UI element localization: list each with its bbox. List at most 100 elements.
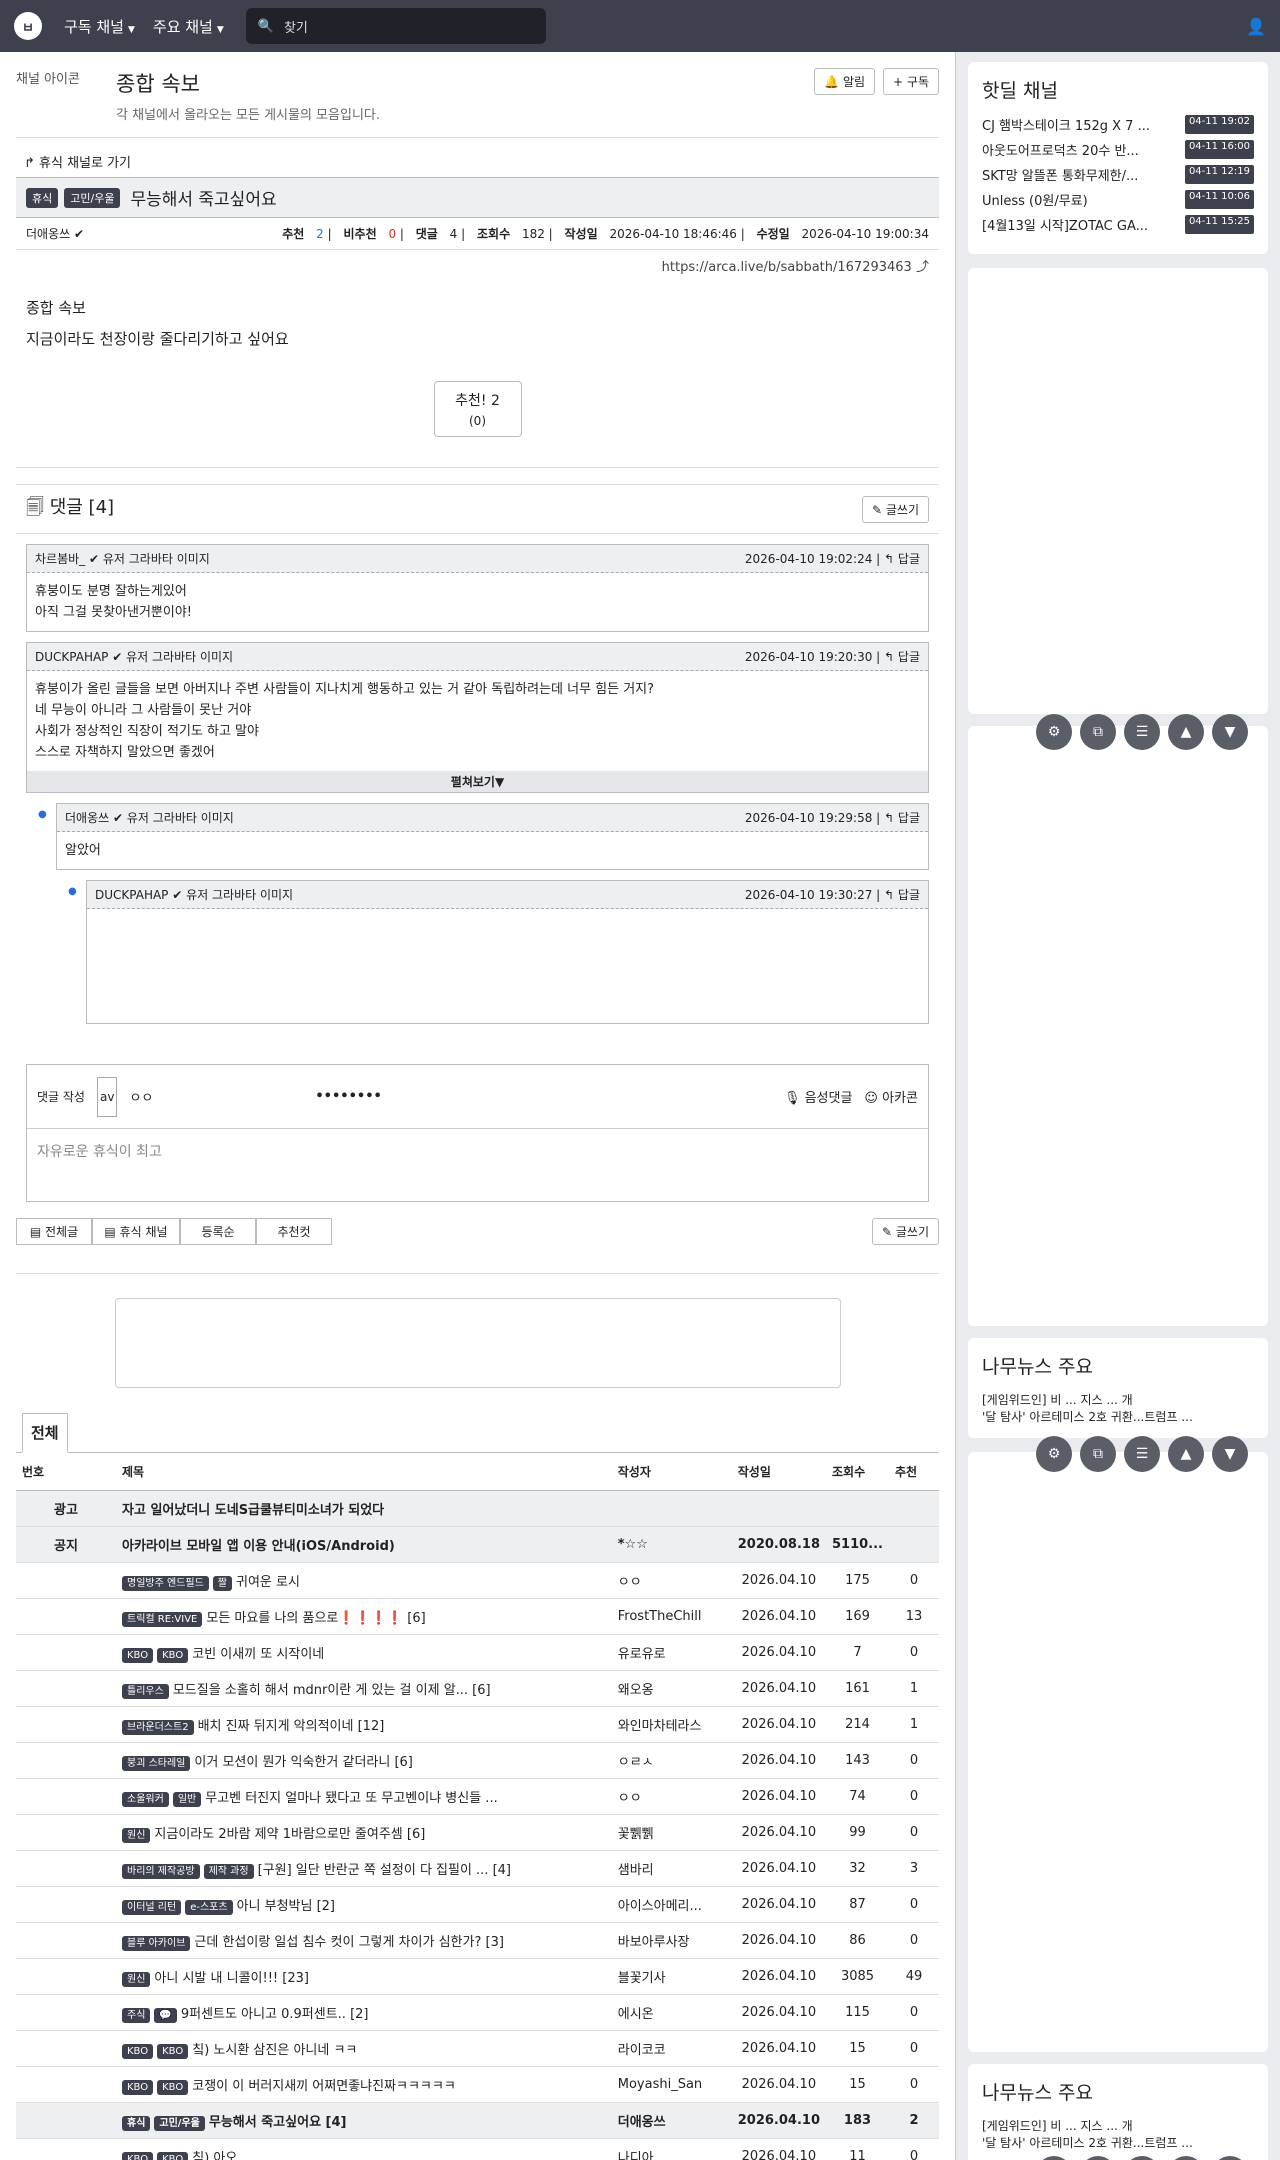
settings-icon[interactable]: ⚙	[1036, 1436, 1072, 1472]
scroll-up-icon[interactable]: ▲	[1168, 2156, 1204, 2160]
user-icon[interactable]: 👤	[1246, 17, 1266, 36]
reply-button[interactable]: ↰ 답글	[884, 650, 920, 664]
copy-icon[interactable]: ⧉	[1080, 2156, 1116, 2160]
hotdeal-item[interactable]: CJ 햄박스테이크 152g X 7 ... 04-11 19:02	[982, 115, 1254, 134]
row-title[interactable]: 붕괴 스타레일 이거 모션이 뭔가 익숙한거 같더라니 [6]	[116, 1742, 612, 1779]
row-title[interactable]: 원신 지금이라도 2바람 제약 1바람으로만 줄여주셈 [6]	[116, 1814, 612, 1851]
table-row[interactable]: 블루 아카이브 근데 한섭이랑 일섭 침수 컷이 그렇게 차이가 심한가? [3]…	[16, 1922, 939, 1959]
subscribed-channels-menu[interactable]: 구독 채널 ▼	[64, 16, 135, 37]
row-title[interactable]: 브라운더스트2 배치 진짜 뒤지게 악의적이네 [12]	[116, 1706, 612, 1743]
row-title[interactable]: 블루 아카이브 근데 한섭이랑 일섭 침수 컷이 그렇게 차이가 심한가? [3]	[116, 1922, 612, 1959]
row-title[interactable]: KBO KBO 칰) 아오	[116, 2138, 612, 2160]
table-row[interactable]: KBO KBO 코빈 이새끼 또 시작이네 유로유로 2026.04.10 7 0	[16, 1634, 939, 1671]
reply-button[interactable]: ↰ 답글	[884, 888, 920, 902]
news-item[interactable]: '달 탐사' 아르테미스 2호 귀환...트럼프 ...	[982, 2134, 1254, 2151]
table-row[interactable]: 브라운더스트2 배치 진짜 뒤지게 악의적이네 [12] 와인마차테라스 2026.0…	[16, 1706, 939, 1743]
post-url[interactable]: https://arca.live/b/sabbath/167293463 ⤴	[16, 250, 939, 281]
scroll-up-icon[interactable]: ▲	[1168, 1436, 1204, 1472]
post-author[interactable]: 더애옹쓰 ✔	[26, 225, 84, 242]
all-posts-button[interactable]: ▤ 전체글	[16, 1218, 92, 1245]
comment-author[interactable]: DUCKPAHAP	[95, 888, 168, 902]
voice-comment-button[interactable]: 🎙 음성댓글	[784, 1087, 852, 1106]
news-item[interactable]: [게임위드인] 비 ... 지스 ... 개	[982, 2117, 1254, 2134]
post-tag[interactable]: 휴식	[26, 187, 59, 208]
row-title[interactable]: 틀리우스 모드질을 소홀히 해서 mdnr이란 게 있는 걸 이제 알... [6…	[116, 1670, 612, 1707]
write-post-button[interactable]: ✎ 글쓰기	[872, 1218, 939, 1245]
hotdeal-item[interactable]: Unless (0원/무료) 04-11 10:06	[982, 190, 1254, 209]
sidebar-ad[interactable]	[968, 1452, 1268, 2052]
row-title[interactable]: 바리의 제작공방 제작 과정 [구원] 일단 반란군 쪽 설정이 다 집필이 ...…	[116, 1850, 612, 1887]
row-title[interactable]: 자고 일어났더니 도네S급쿨뷰티미소녀가 되었다	[116, 1490, 612, 1527]
row-title[interactable]: 원신 아니 시발 내 니콜이!!! [23]	[116, 1958, 612, 1995]
table-row[interactable]: 붕괴 스타레일 이거 모션이 뭔가 익숙한거 같더라니 [6] ㅇㄹㅅ 2026.04…	[16, 1742, 939, 1779]
table-row[interactable]: 바리의 제작공방 제작 과정 [구원] 일단 반란군 쪽 설정이 다 집필이 ...…	[16, 1850, 939, 1887]
password-field[interactable]: ••••••••	[315, 1089, 381, 1104]
comment-write-button[interactable]: ✎ 글쓰기	[862, 495, 929, 523]
scroll-down-icon[interactable]: ▼	[1212, 714, 1248, 750]
row-title[interactable]: 아카라이브 모바일 앱 이용 안내(iOS/Android)	[116, 1526, 612, 1563]
alarm-button[interactable]: 🔔 알림	[814, 68, 876, 95]
table-row[interactable]: KBO KBO 칰) 아오 나디아 2026.04.10 11 0	[16, 2138, 939, 2160]
row-title[interactable]: 명일방주 엔드필드 짤 귀여운 로시	[116, 1562, 612, 1599]
table-row[interactable]: 소울워커 일반 무고벤 터진지 얼마나 됐다고 또 무고벤이냐 병신들 ... ㅇㅇ 2…	[16, 1778, 939, 1815]
table-row[interactable]: 주식 💬 9퍼센트도 아니고 0.9퍼센트.. [2] 에시온 2026.04.10 11…	[16, 1994, 939, 2031]
settings-icon[interactable]: ⚙	[1036, 714, 1072, 750]
row-title[interactable]: KBO KBO 칰) 노시환 삼진은 아니네 ㅋㅋ	[116, 2030, 612, 2067]
nickname-field[interactable]: ㅇㅇ	[129, 1087, 153, 1106]
hotdeal-item[interactable]: SKT망 알뜰폰 통화무제한/... 04-11 12:19	[982, 165, 1254, 184]
hotdeal-item[interactable]: 아웃도어프로덕츠 20수 반... 04-11 16:00	[982, 140, 1254, 159]
list-icon[interactable]: ☰	[1124, 1436, 1160, 1472]
settings-icon[interactable]: ⚙	[1036, 2156, 1072, 2160]
table-row[interactable]: 이터널 리턴 e-스포츠 아니 부청박님 [2] 아이스아메리... 2026.04.1…	[16, 1886, 939, 1923]
share-icon[interactable]: ⤴	[916, 260, 929, 275]
expand-button[interactable]: 펼쳐보기▼	[27, 771, 928, 792]
row-title[interactable]: 소울워커 일반 무고벤 터진지 얼마나 됐다고 또 무고벤이냐 병신들 ...	[116, 1778, 612, 1815]
row-title[interactable]: 트릭컬 RE:VIVE 모든 마요를 나의 품으로❗❗❗❗ [6]	[116, 1598, 612, 1635]
list-icon[interactable]: ☰	[1124, 714, 1160, 750]
search-input[interactable]: 🔍 찾기	[245, 8, 546, 44]
table-row[interactable]: 원신 지금이라도 2바람 제약 1바람으로만 줄여주셈 [6] 꽃쀍쀍 2026.04…	[16, 1814, 939, 1851]
arca-logo-icon[interactable]: ㅂ	[14, 12, 42, 40]
table-row[interactable]: 트릭컬 RE:VIVE 모든 마요를 나의 품으로❗❗❗❗ [6] FrostThe…	[16, 1598, 939, 1635]
table-row[interactable]: 명일방주 엔드필드 짤 귀여운 로시 ㅇㅇ 2026.04.10 175 0	[16, 1562, 939, 1599]
sidebar-ad[interactable]	[968, 726, 1268, 1326]
copy-icon[interactable]: ⧉	[1080, 1436, 1116, 1472]
order-button[interactable]: 등록순	[180, 1218, 256, 1245]
news-item[interactable]: '달 탐사' 아르테미스 2호 귀환...트럼프 ...	[982, 1408, 1254, 1425]
row-title[interactable]: KBO KBO 코빈 이새끼 또 시작이네	[116, 1634, 612, 1671]
sidebar-ad[interactable]	[968, 268, 1268, 714]
back-to-channel-link[interactable]: ↱ 휴식 채널로 가기	[16, 138, 939, 177]
emoticon-button[interactable]: ☺ 아카콘	[864, 1087, 918, 1106]
reply-button[interactable]: ↰ 답글	[884, 552, 920, 566]
channel-button[interactable]: ▤ 휴식 채널	[92, 1218, 180, 1245]
list-icon[interactable]: ☰	[1124, 2156, 1160, 2160]
table-row[interactable]: 광고 자고 일어났더니 도네S급쿨뷰티미소녀가 되었다	[16, 1490, 939, 1527]
hotdeal-item[interactable]: [4월13일 시작]ZOTAC GA... 04-11 15:25	[982, 215, 1254, 234]
scroll-up-icon[interactable]: ▲	[1168, 714, 1204, 750]
reply-button[interactable]: ↰ 답글	[884, 811, 920, 825]
subscribe-button[interactable]: + 구독	[883, 68, 939, 95]
table-row[interactable]: 휴식 고민/우울 무능해서 죽고싶어요 [4] 더애옹쓰 2026.04.10 183 2	[16, 2102, 939, 2139]
table-row[interactable]: 틀리우스 모드질을 소홀히 해서 mdnr이란 게 있는 걸 이제 알... [6…	[16, 1670, 939, 1707]
table-row[interactable]: KBO KBO 칰) 노시환 삼진은 아니네 ㅋㅋ 라이코코 2026.04.10 15 0	[16, 2030, 939, 2067]
comment-textarea[interactable]: 자유로운 휴식이 최고	[27, 1129, 928, 1201]
tab-all[interactable]: 전체	[22, 1413, 68, 1453]
comment-author[interactable]: 더애옹쓰	[65, 811, 109, 825]
copy-icon[interactable]: ⧉	[1080, 714, 1116, 750]
row-title[interactable]: 이터널 리턴 e-스포츠 아니 부청박님 [2]	[116, 1886, 612, 1923]
row-title[interactable]: 휴식 고민/우울 무능해서 죽고싶어요 [4]	[116, 2102, 612, 2139]
ad-banner[interactable]	[114, 1298, 841, 1388]
comment-author[interactable]: 차르봄바_	[35, 552, 85, 566]
row-title[interactable]: 주식 💬 9퍼센트도 아니고 0.9퍼센트.. [2]	[116, 1994, 612, 2031]
comment-author[interactable]: DUCKPAHAP	[35, 650, 108, 664]
recommended-button[interactable]: 추천컷	[256, 1218, 332, 1245]
table-row[interactable]: 원신 아니 시발 내 니콜이!!! [23] 블꽃기사 2026.04.10 3085 4…	[16, 1958, 939, 1995]
table-row[interactable]: 공지 아카라이브 모바일 앱 이용 안내(iOS/Android) *☆☆ 2020.…	[16, 1526, 939, 1563]
recommend-button[interactable]: 추천! 2 (0)	[433, 381, 522, 437]
main-channels-menu[interactable]: 주요 채널 ▼	[153, 16, 224, 37]
table-row[interactable]: KBO KBO 코쟁이 이 버러지새끼 어쩌면좋냐진짜ㅋㅋㅋㅋㅋ Moyashi_Sa…	[16, 2066, 939, 2103]
post-tag[interactable]: 고민/우울	[64, 187, 121, 208]
scroll-down-icon[interactable]: ▼	[1212, 2156, 1248, 2160]
news-item[interactable]: [게임위드인] 비 ... 지스 ... 개	[982, 1391, 1254, 1408]
scroll-down-icon[interactable]: ▼	[1212, 1436, 1248, 1472]
